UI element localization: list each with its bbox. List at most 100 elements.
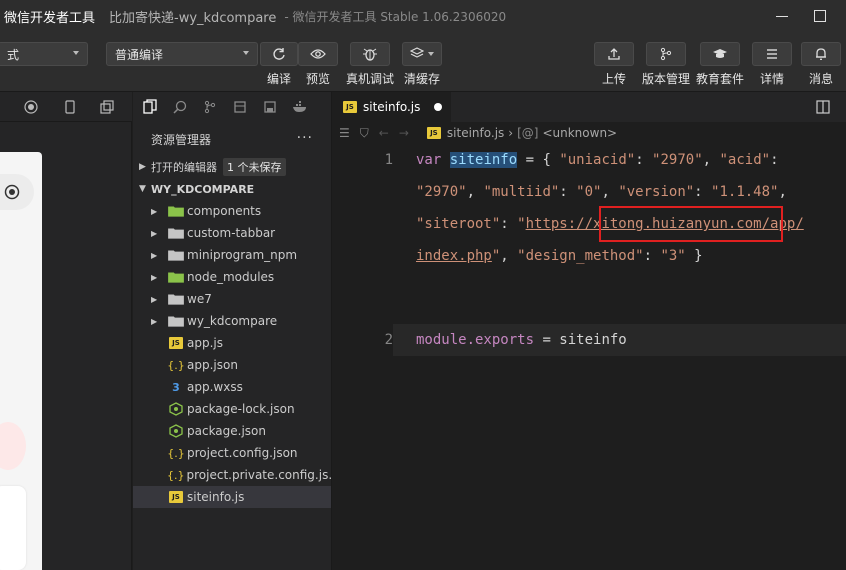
debug-label[interactable]: 真机调试 — [340, 70, 400, 87]
folder-icon — [168, 316, 184, 327]
unsaved-dot-icon[interactable] — [434, 103, 443, 111]
messages-label[interactable]: 消息 — [801, 70, 841, 87]
compile-icon — [273, 48, 285, 60]
tree-file[interactable]: 3 app.wxss — [133, 376, 331, 398]
title-bar: 微信开发者工具 比加寄快递-wy_kdcompare - 微信开发者工具 Sta… — [0, 0, 846, 32]
red-highlight-box — [599, 206, 783, 242]
app-title: 微信开发者工具 — [4, 10, 96, 26]
list-icon[interactable]: ☰ — [339, 126, 350, 141]
chevron-right-icon: ▶ — [151, 250, 158, 260]
tree-file-selected[interactable]: JS siteinfo.js — [133, 486, 331, 508]
tree-file[interactable]: JS app.js — [133, 332, 331, 354]
maximize-icon — [814, 10, 826, 22]
card-element — [0, 486, 26, 570]
maximize-button[interactable] — [802, 0, 838, 32]
record-icon[interactable] — [24, 100, 38, 114]
debug-tab[interactable] — [229, 96, 251, 118]
compile-mode-select[interactable]: 普通编译 — [106, 42, 258, 66]
storage-tab[interactable] — [259, 96, 281, 118]
version-label: - 微信开发者工具 Stable 1.06.2306020 — [284, 9, 507, 24]
source-control-tab[interactable] — [199, 96, 221, 118]
activity-tabs — [133, 92, 331, 122]
compile-button[interactable] — [260, 42, 298, 66]
chevron-right-icon: ▶ — [139, 162, 146, 172]
simulator-toolbar — [0, 92, 132, 122]
bell-icon — [816, 48, 826, 60]
npm-file-icon — [169, 424, 183, 438]
details-button[interactable] — [752, 42, 792, 66]
tree-file[interactable]: {.} project.config.json — [133, 442, 331, 464]
explorer-header: 资源管理器 ··· — [133, 122, 331, 156]
source-control-icon — [204, 100, 216, 114]
tree-folder[interactable]: ▶ wy_kdcompare — [133, 310, 331, 332]
chevron-down-icon — [428, 52, 434, 56]
upload-icon — [608, 48, 620, 60]
forward-arrow-icon[interactable]: → — [399, 126, 409, 141]
back-arrow-icon[interactable]: ← — [379, 126, 389, 141]
code-line-2: module.exports = siteinfo — [416, 332, 627, 348]
open-editors-section[interactable]: ▶ 打开的编辑器 1 个未保存 — [133, 156, 331, 178]
tree-file[interactable]: {.} app.json — [133, 354, 331, 376]
mode-select[interactable]: 式 — [0, 42, 88, 66]
bookmark-icon[interactable]: ⛉ — [360, 126, 369, 141]
search-icon — [173, 100, 187, 114]
project-root-section[interactable]: ▼ WY_KDCOMPARE — [133, 178, 331, 200]
debug-button[interactable] — [350, 42, 390, 66]
breadcrumb-file[interactable]: siteinfo.js — [447, 126, 504, 140]
tree-folder[interactable]: ▶ custom-tabbar — [133, 222, 331, 244]
explorer-title: 资源管理器 — [151, 132, 212, 147]
tab-label: siteinfo.js — [363, 100, 421, 114]
debug-icon — [234, 101, 246, 113]
preview-label[interactable]: 预览 — [298, 70, 338, 87]
line-number: 2 — [384, 332, 393, 348]
breadcrumb-separator: › — [508, 126, 514, 140]
tree-folder[interactable]: ▶ we7 — [133, 288, 331, 310]
clear-cache-button[interactable] — [402, 42, 442, 66]
json-file-icon: {.} — [167, 446, 185, 460]
capsule-button[interactable] — [0, 174, 34, 210]
chevron-right-icon: ▶ — [151, 206, 158, 216]
phone-icon[interactable] — [64, 100, 76, 114]
open-editors-label: 打开的编辑器 — [151, 161, 217, 174]
project-root-label: WY_KDCOMPARE — [151, 182, 255, 196]
json-file-icon: {.} — [167, 468, 185, 482]
education-kit-button[interactable] — [700, 42, 740, 66]
messages-button[interactable] — [801, 42, 841, 66]
tree-file[interactable]: {.} project.private.config.js... — [133, 464, 340, 486]
tab-siteinfo[interactable]: JS siteinfo.js — [333, 92, 451, 122]
docker-tab[interactable] — [289, 96, 311, 118]
url-link[interactable]: index.php — [416, 248, 492, 264]
split-editor-icon[interactable] — [816, 100, 830, 114]
preview-button[interactable] — [298, 42, 338, 66]
search-tab[interactable] — [169, 96, 191, 118]
tree-folder[interactable]: ▶ components — [133, 200, 331, 222]
tree-file[interactable]: package.json — [133, 420, 331, 442]
more-actions-icon[interactable]: ··· — [297, 130, 313, 146]
tree-file[interactable]: package-lock.json — [133, 398, 331, 420]
chevron-right-icon: ▶ — [151, 272, 158, 282]
folder-icon — [168, 228, 184, 239]
detach-window-icon[interactable] — [100, 100, 114, 114]
details-label[interactable]: 详情 — [752, 70, 792, 87]
minimize-button[interactable] — [764, 0, 800, 32]
chevron-down-icon: ▼ — [139, 184, 146, 194]
clear-cache-label[interactable]: 清缓存 — [398, 70, 446, 87]
npm-file-icon — [169, 402, 183, 416]
line-number: 1 — [384, 152, 393, 168]
version-manage-label[interactable]: 版本管理 — [636, 70, 696, 87]
tree-folder[interactable]: ▶ node_modules — [133, 266, 331, 288]
project-title: 比加寄快递-wy_kdcompare — [109, 10, 277, 26]
files-tab[interactable] — [139, 96, 161, 118]
upload-label[interactable]: 上传 — [594, 70, 634, 87]
folder-icon — [168, 272, 184, 283]
chevron-right-icon: ▶ — [151, 294, 158, 304]
upload-button[interactable] — [594, 42, 634, 66]
breadcrumb-nav: ☰ ⛉ ← → — [339, 126, 409, 141]
floating-element — [0, 422, 26, 470]
version-manage-button[interactable] — [646, 42, 686, 66]
compile-label[interactable]: 编译 — [260, 70, 298, 87]
branch-icon — [660, 47, 672, 61]
tree-folder[interactable]: ▶ miniprogram_npm — [133, 244, 331, 266]
education-kit-label[interactable]: 教育套件 — [690, 70, 750, 87]
breadcrumb-symbol[interactable]: <unknown> — [542, 126, 617, 140]
